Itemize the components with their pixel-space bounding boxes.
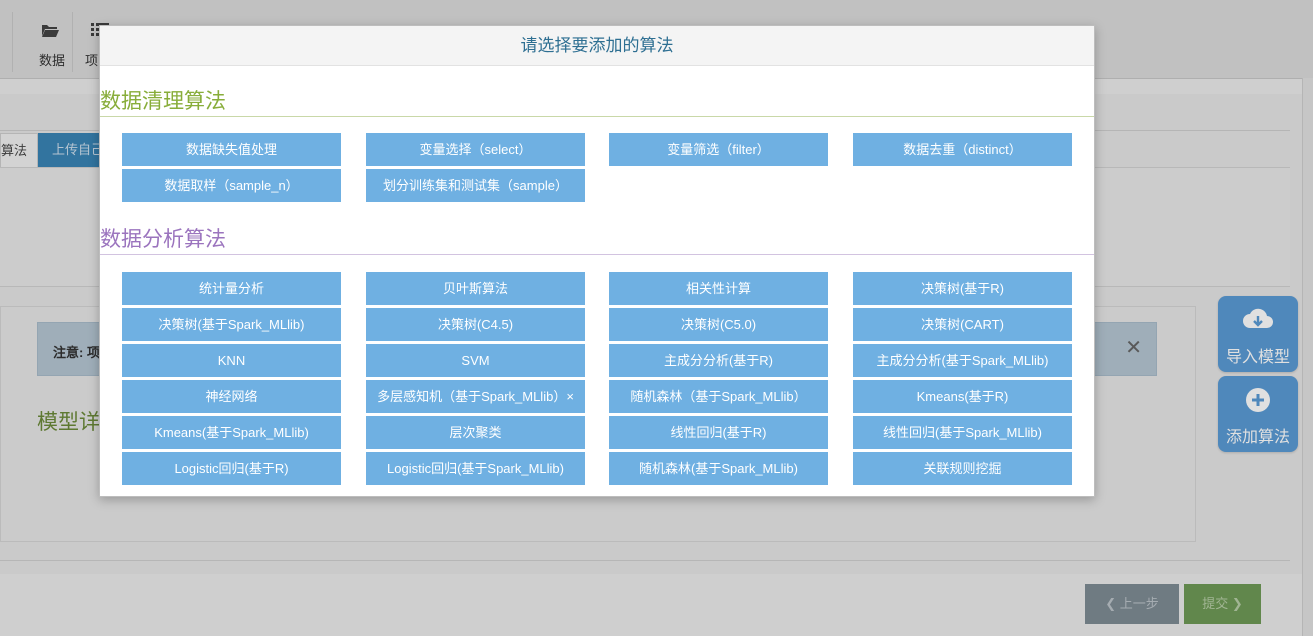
algorithm-button[interactable]: 划分训练集和测试集（sample）	[366, 169, 585, 202]
data-analysis-heading: 数据分析算法	[100, 228, 226, 251]
algorithm-button[interactable]: 数据缺失值处理	[122, 133, 341, 166]
algorithm-button[interactable]: 决策树(基于Spark_MLlib)	[122, 308, 341, 341]
algorithm-button[interactable]: 决策树(C4.5)	[366, 308, 585, 341]
divider	[100, 116, 1094, 117]
algorithm-button[interactable]: 相关性计算	[609, 272, 828, 305]
algorithm-button[interactable]: 数据取样（sample_n）	[122, 169, 341, 202]
algorithm-button[interactable]: 线性回归(基于Spark_MLlib)	[853, 416, 1072, 449]
algorithm-button[interactable]: 多层感知机（基于Spark_MLlib）×	[366, 380, 585, 413]
algorithm-button[interactable]: KNN	[122, 344, 341, 377]
algorithm-button[interactable]: 决策树(基于R)	[853, 272, 1072, 305]
algorithm-button[interactable]: 变量筛选（filter）	[609, 133, 828, 166]
algorithm-button[interactable]: 变量选择（select）	[366, 133, 585, 166]
algorithm-button[interactable]: Logistic回归(基于R)	[122, 452, 341, 485]
algorithm-button[interactable]: 主成分分析(基于Spark_MLlib)	[853, 344, 1072, 377]
algorithm-button[interactable]: 随机森林(基于Spark_MLlib)	[609, 452, 828, 485]
divider	[100, 254, 1094, 255]
algorithm-button[interactable]: Logistic回归(基于Spark_MLlib)	[366, 452, 585, 485]
algorithm-button[interactable]: 统计量分析	[122, 272, 341, 305]
algorithm-button[interactable]: 关联规则挖掘	[853, 452, 1072, 485]
algorithm-button[interactable]: Kmeans(基于R)	[853, 380, 1072, 413]
data-cleaning-heading: 数据清理算法	[100, 90, 226, 113]
algorithm-button[interactable]: 贝叶斯算法	[366, 272, 585, 305]
algorithm-button[interactable]: 线性回归(基于R)	[609, 416, 828, 449]
modal-title: 请选择要添加的算法	[100, 26, 1094, 66]
algorithm-button[interactable]: Kmeans(基于Spark_MLlib)	[122, 416, 341, 449]
algorithm-button[interactable]: 数据去重（distinct）	[853, 133, 1072, 166]
algorithm-button[interactable]: 决策树(C5.0)	[609, 308, 828, 341]
algorithm-button[interactable]: 主成分分析(基于R)	[609, 344, 828, 377]
algorithm-button[interactable]: 神经网络	[122, 380, 341, 413]
algorithm-button[interactable]: SVM	[366, 344, 585, 377]
algorithm-button[interactable]: 层次聚类	[366, 416, 585, 449]
algorithm-modal: 请选择要添加的算法 数据清理算法 数据缺失值处理 变量选择（select） 变量…	[99, 25, 1095, 497]
algorithm-button[interactable]: 决策树(CART)	[853, 308, 1072, 341]
algorithm-button[interactable]: 随机森林（基于Spark_MLlib）	[609, 380, 828, 413]
